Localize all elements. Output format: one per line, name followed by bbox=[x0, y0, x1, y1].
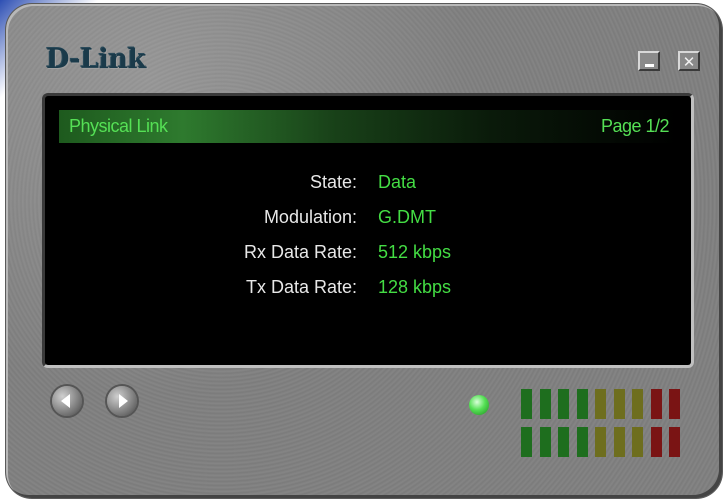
info-row-rx-rate: Rx Data Rate: 512 kbps bbox=[45, 242, 685, 272]
meter-segment bbox=[613, 389, 625, 419]
meter-segment bbox=[650, 427, 662, 457]
meter-segment bbox=[576, 389, 588, 419]
meter-segment bbox=[558, 427, 569, 457]
meter-segment bbox=[576, 427, 588, 457]
info-label: State: bbox=[309, 172, 357, 192]
chevron-left-icon bbox=[61, 394, 70, 408]
meter-segment bbox=[669, 389, 680, 419]
minimize-button[interactable] bbox=[638, 51, 660, 71]
meter-segment bbox=[521, 389, 532, 419]
info-value: Data bbox=[378, 172, 417, 192]
meter-segment bbox=[521, 427, 532, 457]
info-row-state: State: Data bbox=[45, 172, 685, 202]
status-led bbox=[469, 395, 489, 415]
next-page-button[interactable] bbox=[107, 386, 137, 416]
meter-segment bbox=[632, 427, 643, 457]
info-label: Modulation: bbox=[263, 207, 357, 227]
info-value: 512 kbps bbox=[378, 242, 452, 262]
meter-segment bbox=[613, 427, 625, 457]
meter-segment bbox=[669, 427, 680, 457]
signal-meter bbox=[521, 389, 687, 463]
meter-segment bbox=[595, 389, 606, 419]
previous-page-button[interactable] bbox=[52, 386, 82, 416]
meter-segment bbox=[632, 389, 643, 419]
info-value: G.DMT bbox=[378, 207, 436, 227]
info-value: 128 kbps bbox=[378, 277, 452, 297]
dlink-logo: D-Link bbox=[46, 44, 146, 75]
info-row-modulation: Modulation: G.DMT bbox=[45, 207, 685, 237]
minimize-icon bbox=[644, 64, 654, 67]
meter-segment bbox=[558, 389, 569, 419]
page-indicator: Page 1/2 bbox=[600, 116, 670, 136]
info-label: Rx Data Rate: bbox=[243, 242, 357, 262]
meter-segment bbox=[595, 427, 606, 457]
meter-segment bbox=[539, 427, 551, 457]
meter-segment bbox=[650, 389, 662, 419]
info-display: Physical Link Page 1/2 State: Data Modul… bbox=[42, 93, 694, 368]
close-icon: ✕ bbox=[682, 54, 696, 71]
info-label: Tx Data Rate: bbox=[245, 277, 357, 297]
page-title: Physical Link bbox=[69, 116, 168, 136]
display-header: Physical Link Page 1/2 bbox=[59, 110, 677, 143]
close-button[interactable]: ✕ bbox=[678, 51, 700, 71]
meter-segment bbox=[539, 389, 551, 419]
info-row-tx-rate: Tx Data Rate: 128 kbps bbox=[45, 277, 685, 307]
chevron-right-icon bbox=[119, 394, 128, 408]
